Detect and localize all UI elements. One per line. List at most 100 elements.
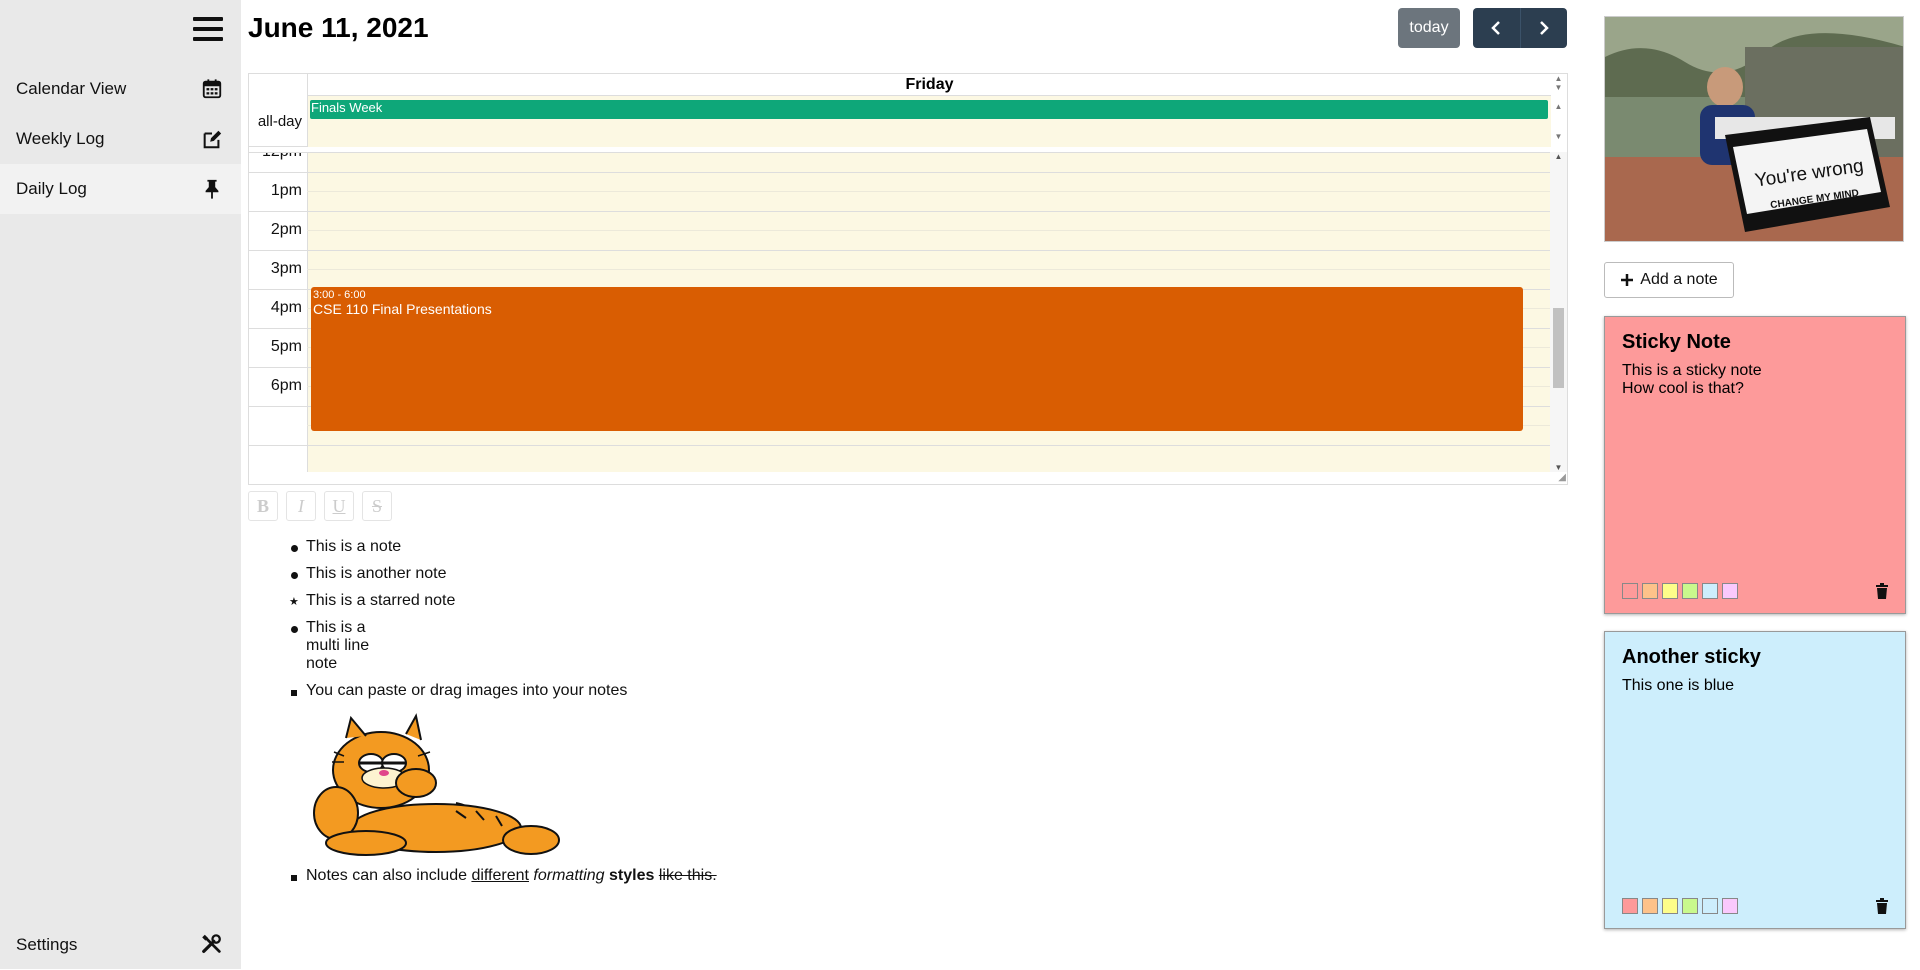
note-text: note xyxy=(306,655,338,672)
calendar-event[interactable]: 3:00 - 6:00 CSE 110 Final Presentations xyxy=(311,287,1523,431)
sticky-text[interactable]: This is a sticky note xyxy=(1622,362,1888,380)
swatch-pink[interactable] xyxy=(1722,583,1738,599)
trash-icon[interactable] xyxy=(1875,898,1889,914)
sticky-note[interactable]: Sticky Note This is a sticky note How co… xyxy=(1604,316,1906,614)
bold-button[interactable]: B xyxy=(248,491,278,521)
swatch-green[interactable] xyxy=(1682,583,1698,599)
allday-row: all-day Finals Week xyxy=(249,96,1551,147)
calendar-icon xyxy=(202,79,222,99)
swatch-orange[interactable] xyxy=(1642,583,1658,599)
note-text-underline: different xyxy=(471,867,529,884)
note-text: multi line xyxy=(306,637,370,654)
time-label: 1pm xyxy=(270,182,302,199)
add-note-button[interactable]: Add a note xyxy=(1604,262,1734,298)
note-text: Notes can also include xyxy=(306,867,472,884)
time-labels: 12pm 1pm 2pm 3pm 4pm 5pm 6pm xyxy=(249,153,307,472)
bullet-icon xyxy=(291,626,298,633)
time-label: 12pm xyxy=(262,153,302,161)
bullet-icon xyxy=(291,545,298,552)
date-navigation xyxy=(1473,8,1567,48)
list-item[interactable]: Notes can also include different formatt… xyxy=(288,867,717,885)
sidebar-item-settings[interactable]: Settings xyxy=(0,920,241,970)
time-grid: 12pm 1pm 2pm 3pm 4pm 5pm 6pm 3:00 - 6:00… xyxy=(249,152,1551,472)
sidebar-item-weekly-log[interactable]: Weekly Log xyxy=(0,114,241,164)
strikethrough-button[interactable]: S xyxy=(362,491,392,521)
pin-icon xyxy=(205,179,219,200)
allday-scroll[interactable]: ▲ xyxy=(1550,102,1567,111)
list-item[interactable]: This is a multi line note xyxy=(288,619,717,673)
bullet-icon xyxy=(291,875,297,881)
note-text-strike: like this. xyxy=(658,867,717,884)
note-text: You can paste or drag images into your n… xyxy=(306,682,628,699)
swatch-blue[interactable] xyxy=(1702,898,1718,914)
sidebar-item-daily-log[interactable]: Daily Log xyxy=(0,164,241,214)
tools-icon xyxy=(202,934,221,954)
add-note-label: Add a note xyxy=(1640,271,1718,288)
time-label: 4pm xyxy=(270,299,302,316)
bullet-icon xyxy=(291,690,297,696)
note-text: This is a xyxy=(306,619,366,636)
sticky-title[interactable]: Sticky Note xyxy=(1622,331,1888,354)
swatch-blue[interactable] xyxy=(1702,583,1718,599)
format-toolbar: B I U S xyxy=(248,491,392,521)
sidebar-item-label: Daily Log xyxy=(16,179,87,198)
star-icon: ★ xyxy=(289,596,299,608)
sidebar-item-calendar-view[interactable]: Calendar View xyxy=(0,64,241,114)
chevron-left-icon xyxy=(1491,21,1501,35)
swatch-green[interactable] xyxy=(1682,898,1698,914)
calendar-scrollbar[interactable]: ▲ ▼ xyxy=(1550,152,1567,472)
day-calendar: Friday all-day Finals Week ▲▼ ▲ ▼ 12pm 1… xyxy=(248,73,1568,485)
allday-event[interactable]: Finals Week xyxy=(310,100,1548,119)
bullet-icon xyxy=(291,572,298,579)
plus-icon xyxy=(1621,274,1634,286)
trash-icon[interactable] xyxy=(1875,583,1889,599)
italic-button[interactable]: I xyxy=(286,491,316,521)
allday-label: all-day xyxy=(257,113,302,130)
list-item[interactable]: You can paste or drag images into your n… xyxy=(288,682,717,858)
today-button[interactable]: today xyxy=(1398,8,1460,48)
menu-icon[interactable] xyxy=(193,17,223,45)
day-header: Friday xyxy=(307,74,1551,96)
notes-list[interactable]: This is a note This is another note ★ Th… xyxy=(288,538,717,894)
sidebar-item-label: Calendar View xyxy=(16,79,127,98)
color-swatches xyxy=(1622,898,1738,914)
time-label: 2pm xyxy=(270,221,302,238)
garfield-image[interactable] xyxy=(306,708,561,858)
list-item[interactable]: ★ This is a starred note xyxy=(288,592,717,610)
sticky-note[interactable]: Another sticky This one is blue xyxy=(1604,631,1906,929)
sticky-title[interactable]: Another sticky xyxy=(1622,646,1888,669)
edit-icon xyxy=(203,130,222,149)
list-item[interactable]: This is another note xyxy=(288,565,717,583)
event-time: 3:00 - 6:00 xyxy=(313,289,366,301)
sticky-text[interactable]: How cool is that? xyxy=(1622,380,1888,398)
sidebar: Calendar View Weekly Log Daily Log Setti… xyxy=(0,0,241,969)
swatch-yellow[interactable] xyxy=(1662,898,1678,914)
prev-day-button[interactable] xyxy=(1473,8,1521,48)
allday-scroll-up[interactable]: ▲ ▼ xyxy=(1550,74,1567,92)
allday-cell[interactable]: Finals Week xyxy=(307,96,1551,147)
event-title: CSE 110 Final Presentations xyxy=(313,301,492,317)
swatch-yellow[interactable] xyxy=(1662,583,1678,599)
note-text-italic: formatting xyxy=(533,867,605,884)
allday-scroll-down[interactable]: ▼ xyxy=(1550,132,1567,141)
settings-label: Settings xyxy=(16,935,78,954)
list-item[interactable]: This is a note xyxy=(288,538,717,556)
sticky-text[interactable]: This one is blue xyxy=(1622,677,1888,695)
next-day-button[interactable] xyxy=(1521,8,1568,48)
note-text: This is a starred note xyxy=(306,592,456,609)
time-label: 6pm xyxy=(270,377,302,394)
swatch-orange[interactable] xyxy=(1642,898,1658,914)
swatch-red[interactable] xyxy=(1622,898,1638,914)
note-text-bold: styles xyxy=(609,867,655,884)
page-title: June 11, 2021 xyxy=(248,12,429,43)
swatch-pink[interactable] xyxy=(1722,898,1738,914)
meme-image[interactable]: You're wrong CHANGE MY MIND xyxy=(1604,16,1904,242)
time-label: 3pm xyxy=(270,260,302,277)
time-label: 5pm xyxy=(270,338,302,355)
note-text: This is another note xyxy=(306,565,447,582)
swatch-red[interactable] xyxy=(1622,583,1638,599)
resize-handle[interactable]: ◢ xyxy=(1558,472,1566,483)
chevron-right-icon xyxy=(1539,21,1549,35)
underline-button[interactable]: U xyxy=(324,491,354,521)
note-text: This is a note xyxy=(306,538,402,555)
